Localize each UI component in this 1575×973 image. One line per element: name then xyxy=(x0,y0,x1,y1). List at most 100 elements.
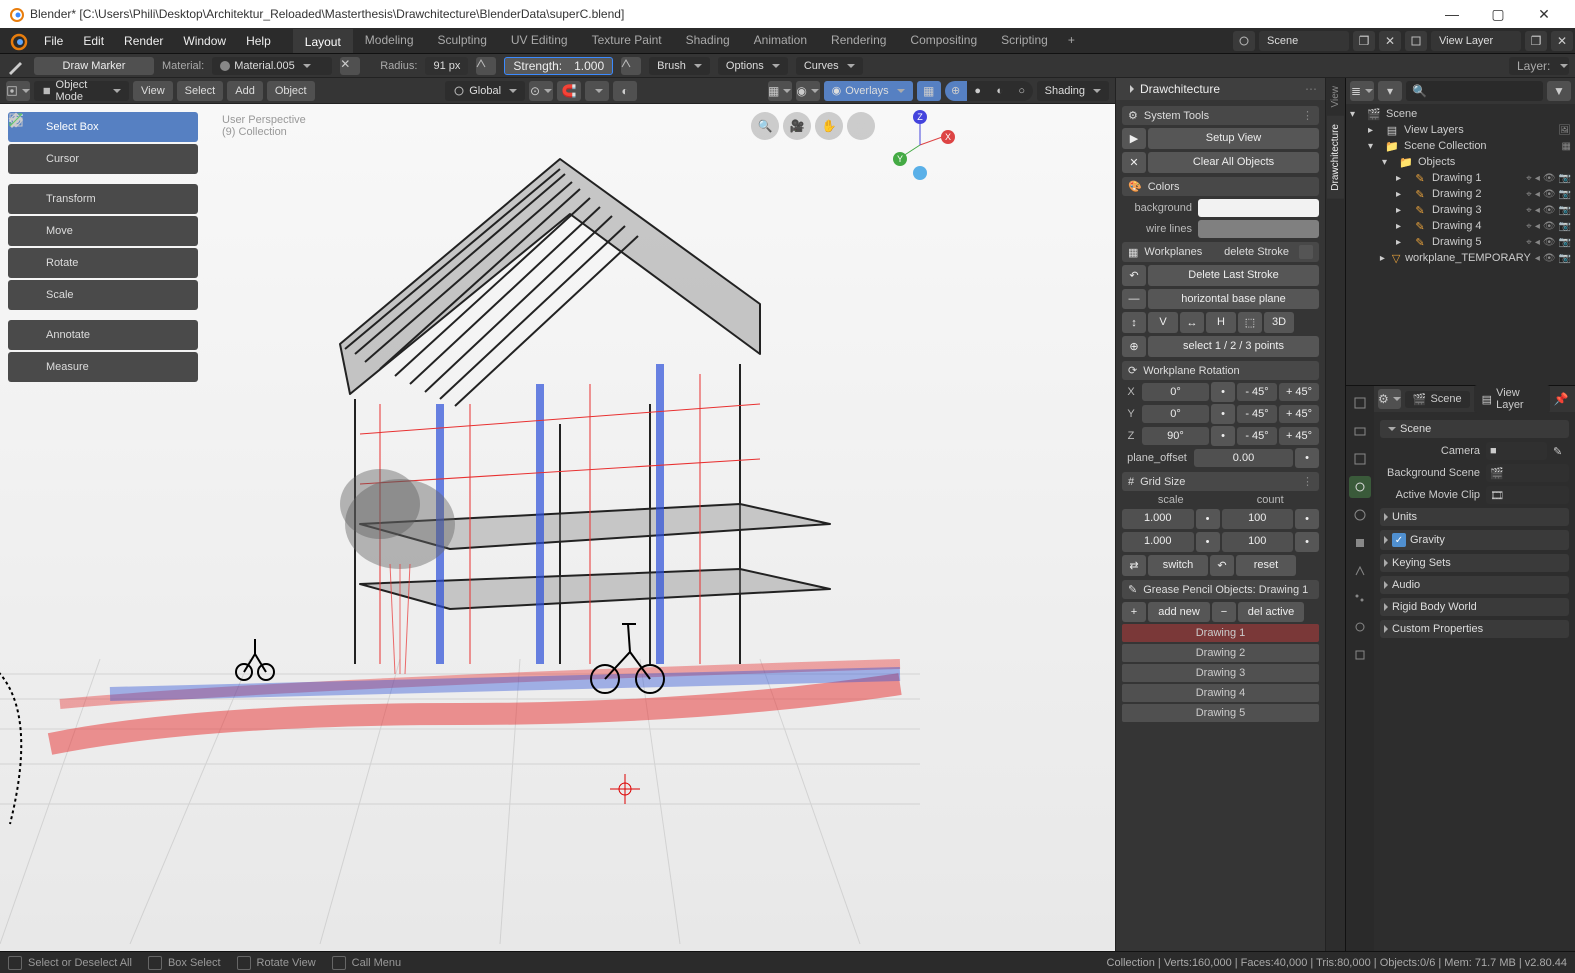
xray-toggle[interactable]: ▦ xyxy=(917,81,941,101)
bg-color-swatch[interactable] xyxy=(1198,199,1319,217)
tree-item-workplane[interactable]: ▸▽workplane_TEMPORARY◂👁📷 xyxy=(1346,250,1575,266)
viewlayer-browse-button[interactable] xyxy=(1405,31,1427,51)
pivot-dropdown[interactable]: ⊙ xyxy=(529,81,553,101)
y-dot[interactable]: • xyxy=(1211,404,1235,424)
camera-icon[interactable]: 📷 xyxy=(1559,173,1571,184)
properties-editor-dropdown[interactable]: ⚙ xyxy=(1378,389,1401,409)
window-maximize-button[interactable]: ▢ xyxy=(1475,0,1521,28)
eye-icon[interactable]: 👁 xyxy=(1543,173,1556,184)
npanel-title[interactable]: Drawchitecture⋯ xyxy=(1116,78,1325,100)
x-value[interactable]: 0° xyxy=(1142,383,1209,401)
arrow-icon[interactable]: ◂ xyxy=(1535,189,1540,200)
layer-field[interactable]: Layer: xyxy=(1509,57,1569,75)
x-minus-button[interactable]: - 45° xyxy=(1237,383,1277,401)
z-minus-button[interactable]: - 45° xyxy=(1237,427,1277,445)
gp-data-icon[interactable]: ⌖ xyxy=(1526,205,1532,216)
axis-x[interactable]: X xyxy=(941,130,955,144)
strength-pressure-toggle[interactable] xyxy=(621,57,641,75)
switch-button[interactable]: switch xyxy=(1148,555,1208,576)
gizmo-toggle[interactable]: ◉ xyxy=(796,81,820,101)
tree-item-drawing3[interactable]: ▸✎Drawing 3⌖◂👁📷 xyxy=(1346,202,1575,218)
drawing-item-5[interactable]: Drawing 5 xyxy=(1122,704,1319,722)
workspace-tab-texturepaint[interactable]: Texture Paint xyxy=(580,29,674,53)
nav-camera-button[interactable]: 🎥 xyxy=(783,112,811,140)
rigidbody-panel-header[interactable]: Rigid Body World xyxy=(1380,598,1569,616)
active-tool-name[interactable]: Draw Marker xyxy=(34,57,154,75)
scale-y-dot[interactable]: • xyxy=(1196,532,1220,552)
menu-file[interactable]: File xyxy=(34,34,73,48)
arrow-icon[interactable]: ◂ xyxy=(1535,173,1540,184)
scale-x-dot[interactable]: • xyxy=(1196,509,1220,529)
object-menu[interactable]: Object xyxy=(267,81,315,101)
arrow-icon[interactable]: ◂ xyxy=(1535,253,1540,264)
curves-dropdown[interactable]: Curves xyxy=(796,57,863,75)
scene-delete-button[interactable]: ✕ xyxy=(1379,31,1401,51)
add-new-button[interactable]: add new xyxy=(1148,602,1210,622)
axis-z[interactable]: Z xyxy=(913,110,927,124)
camera-icon[interactable]: 📷 xyxy=(1559,221,1571,232)
scale-y-field[interactable]: 1.000 xyxy=(1122,532,1194,552)
options-dropdown[interactable]: Options xyxy=(718,57,788,75)
gp-data-icon[interactable]: ⌖ xyxy=(1526,221,1532,232)
proptab-physics[interactable] xyxy=(1349,616,1371,638)
count-y-field[interactable]: 100 xyxy=(1222,532,1294,552)
y-minus-button[interactable]: - 45° xyxy=(1237,405,1277,423)
camera-icon[interactable]: 📷 xyxy=(1559,237,1571,248)
proptab-viewlayer[interactable] xyxy=(1349,448,1371,470)
z-plus-button[interactable]: + 45° xyxy=(1279,427,1319,445)
tree-scene-collection[interactable]: ▾📁Scene Collection▦ xyxy=(1346,138,1575,154)
proportional-toggle[interactable]: ◐ xyxy=(613,81,637,101)
clear-all-button[interactable]: Clear All Objects xyxy=(1148,152,1319,173)
proptab-particles[interactable] xyxy=(1349,588,1371,610)
menu-help[interactable]: Help xyxy=(236,34,281,48)
delete-last-stroke-button[interactable]: Delete Last Stroke xyxy=(1148,265,1319,286)
material-dropdown[interactable]: Material.005 xyxy=(212,57,332,75)
drawing-item-4[interactable]: Drawing 4 xyxy=(1122,684,1319,702)
workspace-tab-sculpting[interactable]: Sculpting xyxy=(426,29,499,53)
snap-dropdown[interactable] xyxy=(585,81,609,101)
tool-move[interactable]: Move xyxy=(8,216,198,246)
shading-lookdev[interactable]: ◐ xyxy=(989,81,1011,101)
x-plus-button[interactable]: + 45° xyxy=(1279,383,1319,401)
menu-render[interactable]: Render xyxy=(114,34,173,48)
v-icon[interactable]: ↕ xyxy=(1122,312,1146,333)
select-menu[interactable]: Select xyxy=(177,81,224,101)
setup-view-icon-button[interactable]: ▶ xyxy=(1122,128,1146,149)
movieclip-field[interactable]: 🎞 xyxy=(1486,486,1569,504)
del-active-button[interactable]: del active xyxy=(1238,602,1304,622)
material-unlink-button[interactable]: ✕ xyxy=(340,57,360,75)
axis-gizmo[interactable]: X Y Z xyxy=(885,110,955,180)
offset-dot[interactable]: • xyxy=(1295,448,1319,468)
tool-transform[interactable]: Transform xyxy=(8,184,198,214)
nav-zoom-button[interactable]: 🔍 xyxy=(751,112,779,140)
tree-viewlayers[interactable]: ▸▤View Layers🖼 xyxy=(1346,122,1575,138)
workspace-tab-animation[interactable]: Animation xyxy=(742,29,819,53)
camera-icon[interactable]: 📷 xyxy=(1559,205,1571,216)
count-x-field[interactable]: 100 xyxy=(1222,509,1294,529)
radius-pressure-toggle[interactable] xyxy=(476,57,496,75)
eye-icon[interactable]: 👁 xyxy=(1543,205,1556,216)
grid-size-header[interactable]: #Grid Size⋮ xyxy=(1122,472,1319,491)
editor-type-dropdown[interactable] xyxy=(6,81,30,101)
drawing-item-2[interactable]: Drawing 2 xyxy=(1122,644,1319,662)
crumb-scene[interactable]: 🎬 Scene xyxy=(1405,391,1470,408)
customprops-panel-header[interactable]: Custom Properties xyxy=(1380,620,1569,638)
workspace-tab-uvediting[interactable]: UV Editing xyxy=(499,29,580,53)
gpencil-header[interactable]: ✎Grease Pencil Objects: Drawing 1 xyxy=(1122,580,1319,599)
z-dot[interactable]: • xyxy=(1211,426,1235,446)
h-button[interactable]: H xyxy=(1206,312,1236,333)
rotation-header[interactable]: ⟳Workplane Rotation xyxy=(1122,361,1319,380)
workspace-tab-scripting[interactable]: Scripting xyxy=(989,29,1060,53)
scale-x-field[interactable]: 1.000 xyxy=(1122,509,1194,529)
setup-view-button[interactable]: Setup View xyxy=(1148,128,1319,149)
gravity-checkbox[interactable]: ✓ xyxy=(1392,533,1406,547)
clear-icon-button[interactable]: ✕ xyxy=(1122,152,1146,173)
tree-item-drawing4[interactable]: ▸✎Drawing 4⌖◂👁📷 xyxy=(1346,218,1575,234)
proptab-output[interactable] xyxy=(1349,420,1371,442)
tool-annotate[interactable]: Annotate xyxy=(8,320,198,350)
shading-options[interactable]: Shading xyxy=(1037,81,1109,101)
tree-objects[interactable]: ▾📁Objects xyxy=(1346,154,1575,170)
proptab-scene[interactable] xyxy=(1349,476,1371,498)
arrow-icon[interactable]: ◂ xyxy=(1535,221,1540,232)
viewport-canvas[interactable]: User Perspective (9) Collection Select B… xyxy=(0,104,1115,951)
